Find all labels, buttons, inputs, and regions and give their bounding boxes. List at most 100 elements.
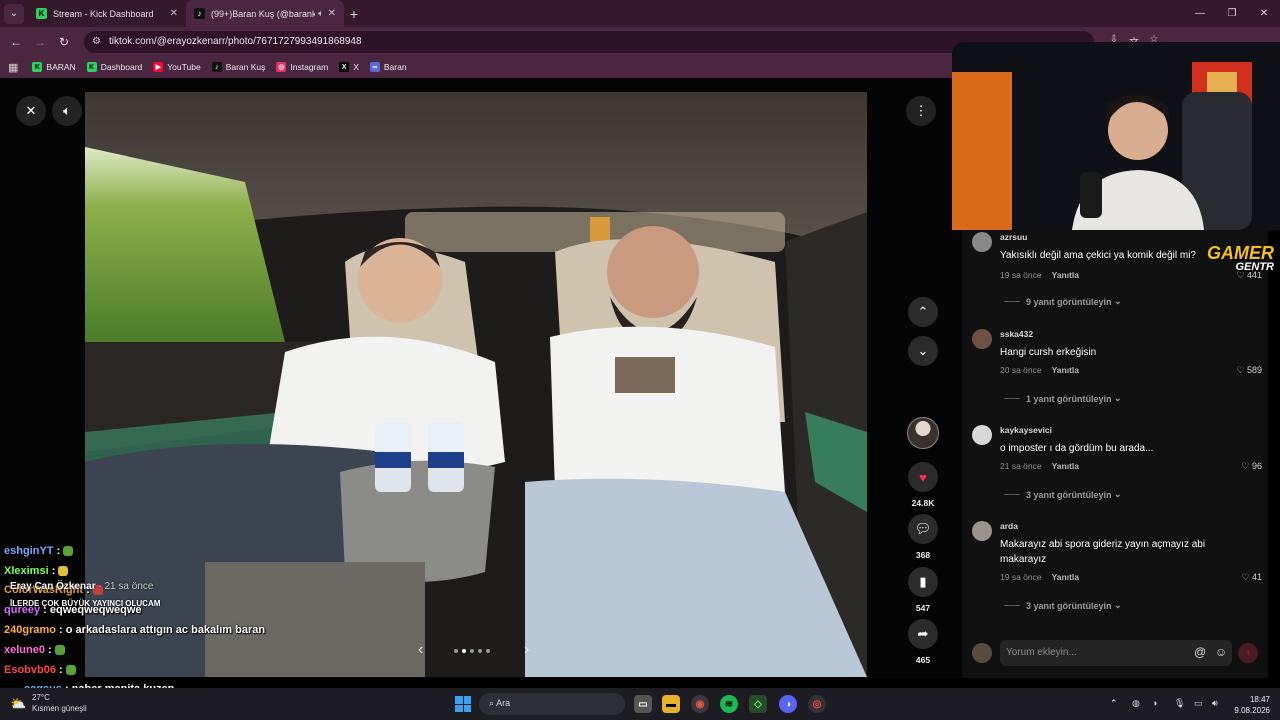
like-button[interactable]: ♥ xyxy=(908,462,938,492)
back-button[interactable]: ← xyxy=(4,35,28,49)
screen: ⌄ K Stream - Kick Dashboard ✕ ♪ (99+)Bar… xyxy=(0,0,1280,720)
address-bar[interactable]: ⚙ tiktok.com/@erayozkenarr/photo/7671727… xyxy=(84,30,1094,53)
speaker-icon[interactable]: 🔈︎ xyxy=(318,8,323,19)
bookmark-youtube[interactable]: ▶ YouTube xyxy=(153,62,201,72)
comment-username[interactable]: sska432 xyxy=(1000,329,1033,339)
minimize-button[interactable]: — xyxy=(1184,0,1216,27)
tab-kick-dashboard[interactable]: K Stream - Kick Dashboard ✕ xyxy=(28,0,186,27)
carousel-dot[interactable] xyxy=(478,649,482,653)
microphone-icon[interactable]: 🎙︎ xyxy=(1174,698,1185,709)
bookmark-baran[interactable]: ∞ Baran xyxy=(369,62,407,72)
user-avatar[interactable] xyxy=(972,232,992,252)
view-replies-button[interactable]: 3 yanıt görüntüleyin ⌄ xyxy=(1004,600,1122,611)
comment-meta: 20 sa önce Yanıtla xyxy=(1000,365,1079,375)
user-avatar[interactable] xyxy=(972,329,992,349)
bookmark-x[interactable]: XX xyxy=(339,62,359,72)
comment-like-count: 589 xyxy=(1246,365,1262,375)
chat-user: eshginYT xyxy=(4,545,54,557)
carousel-dot[interactable] xyxy=(454,649,458,653)
spotify-icon[interactable]: ≋ xyxy=(720,695,738,713)
user-avatar[interactable] xyxy=(972,521,992,541)
discord-tray-icon[interactable]: ◑ xyxy=(1152,698,1157,708)
carousel-prev-button[interactable]: ‹ xyxy=(418,641,423,659)
comment-composer: Yorum ekleyin... @ ☺ ↑ xyxy=(972,640,1262,666)
comment-time: 21 sa önce xyxy=(1000,461,1042,471)
webcam-feed xyxy=(952,42,1280,230)
weather-widget[interactable]: 27°C Kısmen güneşli xyxy=(32,692,87,714)
save-button[interactable]: ▮ xyxy=(908,567,938,597)
reply-button[interactable]: Yanıtla xyxy=(1052,365,1079,375)
new-tab-button[interactable]: + xyxy=(344,6,364,22)
reload-button[interactable]: ↻ xyxy=(52,35,76,49)
bookmark-baran-kus[interactable]: ♪ Baran Kuş xyxy=(211,62,265,72)
previous-post-button[interactable]: ⌃ xyxy=(908,297,938,327)
mention-icon[interactable]: @ xyxy=(1194,645,1206,659)
window-controls: — ❐ ✕ xyxy=(1184,0,1280,27)
stream-logo: GAMER GENTR xyxy=(1168,244,1274,274)
carousel-dot[interactable] xyxy=(486,649,490,653)
task-view-icon[interactable]: ▭ xyxy=(634,695,652,713)
network-tray-icon[interactable]: ◍ xyxy=(1132,698,1140,709)
emoji-icon[interactable]: ☺ xyxy=(1215,645,1227,659)
bookmark-baran-kick[interactable]: K BARAN xyxy=(32,62,76,72)
tab-tiktok[interactable]: ♪ (99+)Baran Kuş (@barankus 🔈︎ ✕ xyxy=(186,0,344,27)
clock[interactable]: 18:47 9.08.2026 xyxy=(1230,694,1270,716)
more-options-button[interactable]: ⋮ xyxy=(906,96,936,126)
forward-button[interactable]: → xyxy=(28,35,52,49)
bookmark-dashboard[interactable]: K Dashboard xyxy=(86,62,142,72)
comment-button[interactable]: 💬︎ xyxy=(908,514,938,544)
reply-button[interactable]: Yanıtla xyxy=(1052,572,1079,582)
user-avatar[interactable] xyxy=(972,425,992,445)
start-button[interactable] xyxy=(455,696,471,712)
close-viewer-button[interactable]: ✕ xyxy=(16,96,46,126)
search-icon: ⌕ xyxy=(489,698,495,708)
volume-icon[interactable]: 🔊︎ xyxy=(1212,698,1218,709)
comment-username[interactable]: arda xyxy=(1000,521,1018,531)
comment-username[interactable]: azrsuu xyxy=(1000,232,1027,242)
chrome-icon[interactable]: ◉ xyxy=(691,695,709,713)
close-icon[interactable]: ✕ xyxy=(170,8,178,19)
view-replies-button[interactable]: 1 yanıt görüntüleyin ⌄ xyxy=(1004,393,1122,404)
weather-icon[interactable]: ⛅ xyxy=(10,696,26,712)
tab-search-button[interactable]: ⌄ xyxy=(4,3,24,24)
site-info-icon[interactable]: ⚙ xyxy=(92,36,101,47)
comment-username[interactable]: kaykaysevici xyxy=(1000,425,1052,435)
chat-message: 240gramo : o arkadaslara attıgın ac baka… xyxy=(4,624,266,636)
file-explorer-icon[interactable]: ▬ xyxy=(662,695,680,713)
close-icon[interactable]: ✕ xyxy=(328,8,336,19)
reply-button[interactable]: Yanıtla xyxy=(1052,461,1079,471)
comment-like[interactable]: ♡ 41 xyxy=(1241,572,1262,583)
carousel-dot[interactable] xyxy=(470,649,474,653)
instagram-icon: ◎ xyxy=(276,62,287,72)
app-icon[interactable]: ◇ xyxy=(749,695,767,713)
view-replies-button[interactable]: 9 yanıt görüntüleyin ⌄ xyxy=(1004,296,1122,307)
send-button[interactable]: ↑ xyxy=(1238,643,1258,663)
carousel-next-button[interactable]: › xyxy=(524,641,529,659)
tiktok-icon: ♪ xyxy=(211,62,222,72)
windows-taskbar: ⛅ 27°C Kısmen güneşli ⌕ Ara ▭ ▬ ◉ ≋ ◇ ◑ … xyxy=(0,688,1280,720)
bookmark-label: X xyxy=(353,62,359,72)
taskbar-search[interactable]: ⌕ Ara xyxy=(479,693,625,715)
comment-like[interactable]: ♡ 96 xyxy=(1241,461,1262,472)
bookmark-label: Baran xyxy=(383,62,407,72)
window-close-button[interactable]: ✕ xyxy=(1248,0,1280,27)
apps-grid-icon[interactable]: ▦ xyxy=(8,61,18,74)
share-button[interactable]: ➦ xyxy=(908,619,938,649)
share-count: 465 xyxy=(915,655,931,665)
kick-icon: K xyxy=(36,8,47,19)
author-avatar[interactable] xyxy=(907,417,939,449)
restore-button[interactable]: ❐ xyxy=(1216,0,1248,27)
view-replies-button[interactable]: 3 yanıt görüntüleyin ⌄ xyxy=(1004,489,1122,500)
comments-panel: azrsuu Yakısıklı değil ama çekici ya kom… xyxy=(962,230,1268,678)
obs-icon[interactable]: ◎ xyxy=(808,695,826,713)
reply-button[interactable]: Yanıtla xyxy=(1052,270,1079,280)
comment-like[interactable]: ♡ 589 xyxy=(1236,365,1262,376)
display-icon[interactable]: ▭ xyxy=(1194,698,1203,709)
bookmark-instagram[interactable]: ◎ Instagram xyxy=(276,62,328,72)
discord-icon[interactable]: ◑ xyxy=(779,695,797,713)
comment-text: Hangi cursh erkeğisin xyxy=(1000,347,1097,358)
next-post-button[interactable]: ⌄ xyxy=(908,336,938,366)
carousel-dot[interactable] xyxy=(462,649,466,653)
mute-button[interactable]: 🔈︎ xyxy=(52,96,82,126)
tray-overflow-icon[interactable]: ⌃ xyxy=(1110,698,1118,709)
